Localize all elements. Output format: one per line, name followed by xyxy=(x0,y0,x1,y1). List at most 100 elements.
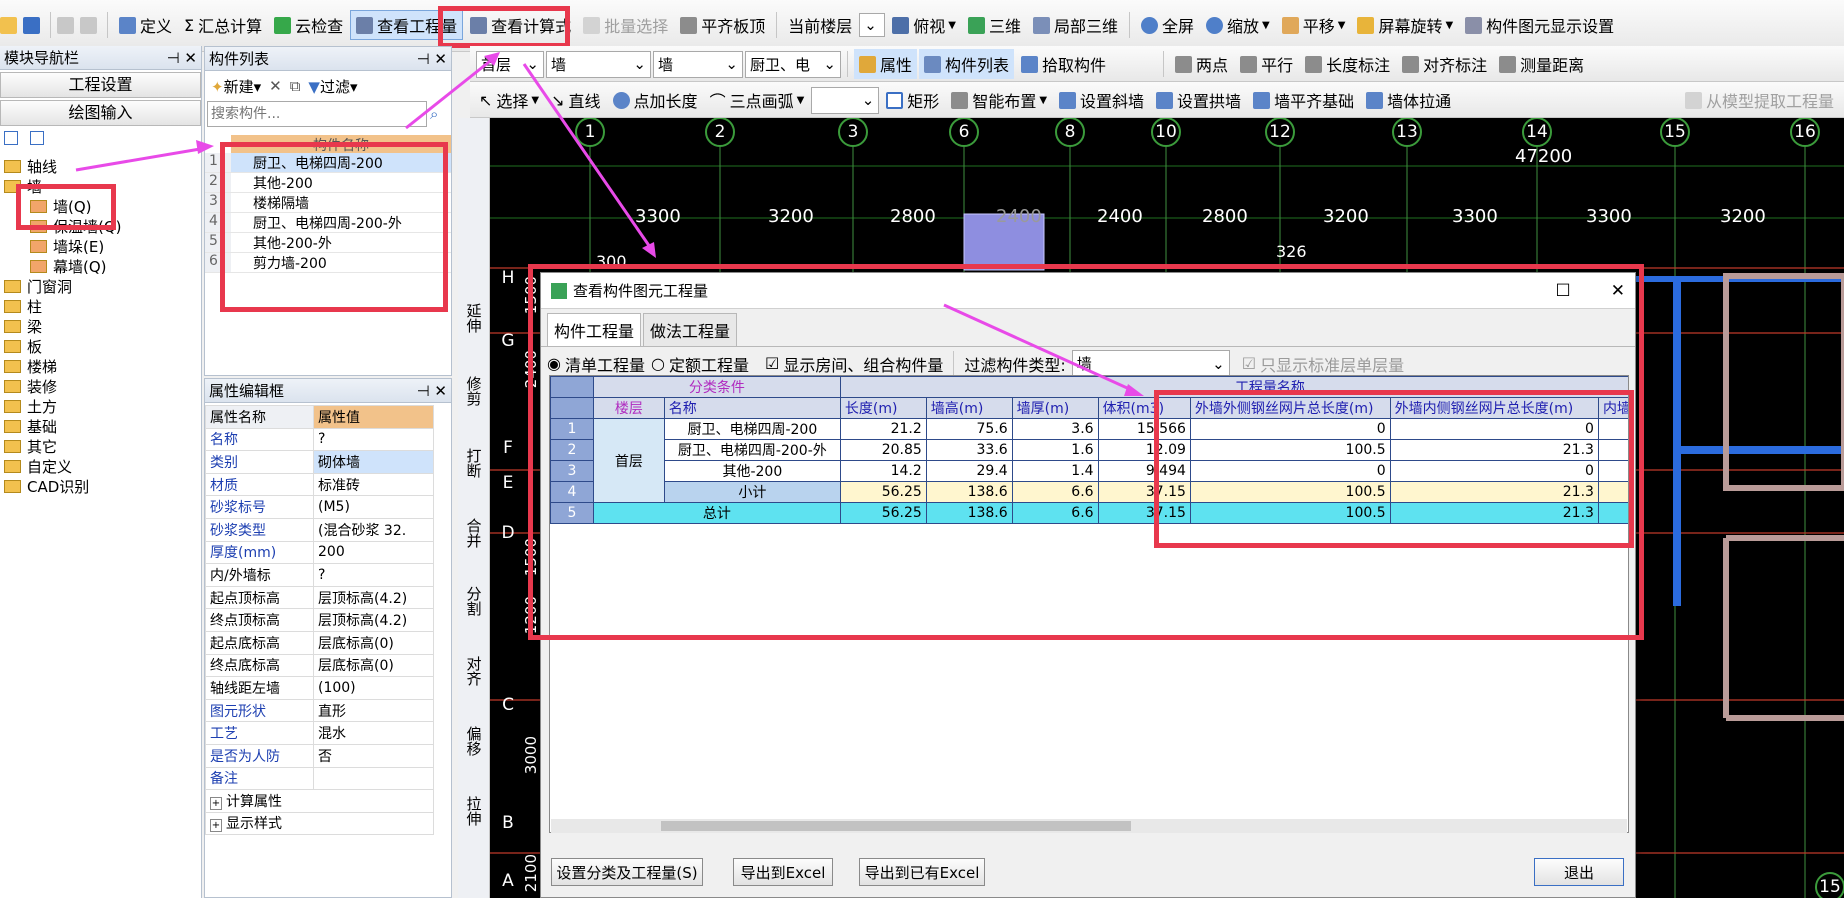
align-dim-button[interactable]: 对齐标注 xyxy=(1397,49,1492,79)
component-list-item[interactable]: 2 其他-200 xyxy=(205,173,451,193)
scroll-thumb[interactable] xyxy=(661,821,1131,831)
grid-cell[interactable]: 3.6 xyxy=(1011,418,1099,440)
view-formula-button[interactable]: 查看计算式 xyxy=(465,10,576,40)
3d-button[interactable]: 三维 xyxy=(963,10,1026,40)
pin-icon[interactable]: ⊣ ✕ xyxy=(167,49,197,67)
property-row[interactable]: 砂浆标号 (M5) xyxy=(205,495,434,519)
grid-cell[interactable]: 75.6 xyxy=(925,418,1013,440)
grid-cell[interactable]: 0 xyxy=(1189,418,1391,440)
property-row[interactable]: 轴线距左墙 (100) xyxy=(205,676,434,700)
dialog-titlebar[interactable]: 查看构件图元工程量 ☐ ✕ xyxy=(541,273,1635,309)
grid-cell[interactable]: 0 xyxy=(1389,460,1599,482)
export-excel-button[interactable]: 导出到Excel xyxy=(733,858,833,886)
pick-component-button[interactable]: 拾取构件 xyxy=(1016,49,1111,79)
grid-name-cell[interactable]: 其他-200 xyxy=(663,460,841,482)
property-value[interactable]: 层顶标高(4.2) xyxy=(313,608,434,632)
top-view-button[interactable]: 俯视 ▼ xyxy=(887,10,961,40)
exit-button[interactable]: 退出 xyxy=(1534,858,1624,886)
radio-quota[interactable]: ○ 定额工程量 xyxy=(651,352,749,376)
grid-cell[interactable]: 6.6 xyxy=(1011,502,1099,524)
grid-cell[interactable]: 56.25 xyxy=(839,481,927,503)
grid-name-cell[interactable]: 厨卫、电梯四周-200 xyxy=(663,418,841,440)
grid-name-cell[interactable]: 总计 xyxy=(592,502,841,524)
measure-distance-button[interactable]: 测量距离 xyxy=(1494,49,1589,79)
property-value[interactable]: (100) xyxy=(313,676,434,700)
property-row[interactable]: 砂浆类型 (混合砂浆 32. xyxy=(205,517,434,542)
align-slab-top-button[interactable]: 平齐板顶 xyxy=(675,10,770,40)
zoom-button[interactable]: 缩放 ▼ xyxy=(1201,10,1275,40)
property-row[interactable]: + 计算属性 xyxy=(205,789,434,813)
grid-cell[interactable]: 6.6 xyxy=(1011,481,1099,503)
tree-item-stairs[interactable]: 楼梯 xyxy=(0,356,201,376)
grid-cell[interactable]: 1.4 xyxy=(1011,460,1099,482)
grid-cell[interactable]: 9.494 xyxy=(1097,460,1191,482)
property-value[interactable]: 直形 xyxy=(313,698,434,723)
component-list-toggle[interactable]: 构件列表 xyxy=(919,49,1015,79)
tree-item-foundation[interactable]: 基础 xyxy=(0,416,201,436)
component-search-input[interactable] xyxy=(207,101,427,127)
rectangle-button[interactable]: 矩形 xyxy=(881,85,944,115)
grid-cell[interactable] xyxy=(1597,502,1628,524)
merge-tool[interactable]: 合并 xyxy=(462,518,484,552)
grid-subtotal-row[interactable]: 4 小计 56.25 138.6 6.6 37.15 100.5 21.3 xyxy=(550,481,1628,503)
tree-item-cad[interactable]: CAD识别 xyxy=(0,476,201,496)
grid-total-row[interactable]: 5 总计 56.25 138.6 6.6 37.15 100.5 21.3 xyxy=(550,502,1628,524)
show-room-checkbox[interactable]: ☑ 显示房间、组合构件量 xyxy=(765,352,943,376)
grid-cell[interactable] xyxy=(1597,460,1628,482)
property-row[interactable]: 工艺 混水 xyxy=(205,721,434,745)
property-value[interactable]: 标准砖 xyxy=(313,472,434,497)
property-value[interactable]: (混合砂浆 32. xyxy=(313,517,434,542)
pin-icon[interactable]: ⊣ ✕ xyxy=(417,50,447,68)
select-button[interactable]: ↖ 选择 ▼ xyxy=(474,85,544,115)
project-settings-button[interactable]: 工程设置 xyxy=(0,72,201,98)
point-length-button[interactable]: 点加长度 xyxy=(608,85,703,115)
property-value[interactable]: 层底标高(0) xyxy=(313,630,434,655)
property-row[interactable]: 是否为人防 否 xyxy=(205,743,434,768)
radio-bill[interactable]: ◉ 清单工程量 xyxy=(547,352,645,376)
grid-name-cell[interactable]: 厨卫、电梯四周-200-外 xyxy=(663,439,841,461)
floor-combo[interactable]: 首层 ⌄ xyxy=(476,50,544,78)
grid-cell[interactable]: 138.6 xyxy=(925,502,1013,524)
delete-icon[interactable]: ✕ xyxy=(269,77,282,95)
close-icon[interactable]: ✕ xyxy=(1611,281,1625,301)
property-value[interactable]: 层顶标高(4.2) xyxy=(313,585,434,610)
grid-cell[interactable]: 138.6 xyxy=(925,481,1013,503)
grid-cell[interactable]: 21.2 xyxy=(839,418,927,440)
collapse-all-icon[interactable] xyxy=(30,131,44,145)
component-list-item[interactable]: 6 剪力墙-200 xyxy=(205,253,451,273)
property-value[interactable]: ? xyxy=(313,427,434,452)
wall-extend-button[interactable]: 墙体拉通 xyxy=(1361,85,1456,115)
extend-tool[interactable]: 延伸 xyxy=(462,303,484,337)
drawing-input-button[interactable]: 绘图输入 xyxy=(0,100,201,126)
trim-tool[interactable]: 修剪 xyxy=(462,376,484,410)
split-tool[interactable]: 分割 xyxy=(462,586,484,620)
grid-column-header[interactable]: 楼层 xyxy=(592,397,665,419)
grid-column-header[interactable]: 长度(m) xyxy=(839,397,927,419)
three-point-arc-button[interactable]: ⌒ 三点画弧 ▼ xyxy=(705,85,810,115)
grid-cell[interactable]: 21.3 xyxy=(1389,481,1599,503)
tree-item-column[interactable]: 柱 xyxy=(0,296,201,316)
tree-item-beam[interactable]: 梁 xyxy=(0,316,201,336)
grid-cell[interactable]: 0 xyxy=(1189,460,1391,482)
grid-cell[interactable]: 12.09 xyxy=(1097,439,1191,461)
grid-cell[interactable]: 14.2 xyxy=(839,460,927,482)
tree-item-wall-q[interactable]: 墙(Q) xyxy=(0,196,201,216)
property-row[interactable]: 起点底标高 层底标高(0) xyxy=(205,630,434,655)
property-row[interactable]: 厚度(mm) 200 xyxy=(205,540,434,565)
expand-icon[interactable]: + xyxy=(210,819,222,833)
filter-button[interactable]: ▼过滤▾ xyxy=(308,76,357,97)
tab-component-quantity[interactable]: 构件工程量 xyxy=(547,313,642,346)
tab-method-quantity[interactable]: 做法工程量 xyxy=(643,313,738,346)
define-button[interactable]: 定义 xyxy=(114,10,177,40)
tree-item-slab[interactable]: 板 xyxy=(0,336,201,356)
grid-floor-cell[interactable]: 首层 xyxy=(592,418,665,503)
property-row[interactable]: 材质 标准砖 xyxy=(205,472,434,497)
break-tool[interactable]: 打断 xyxy=(462,448,484,482)
smart-layout-button[interactable]: 智能布置 ▼ xyxy=(946,85,1052,115)
property-value[interactable]: 否 xyxy=(313,743,434,768)
property-row[interactable]: 名称? xyxy=(205,427,434,452)
redo-icon[interactable] xyxy=(80,16,97,34)
tree-item-curtain-wall[interactable]: 幕墙(Q) xyxy=(0,256,201,276)
property-value[interactable] xyxy=(313,766,434,791)
component-list-item[interactable]: 3 楼梯隔墙 xyxy=(205,193,451,213)
